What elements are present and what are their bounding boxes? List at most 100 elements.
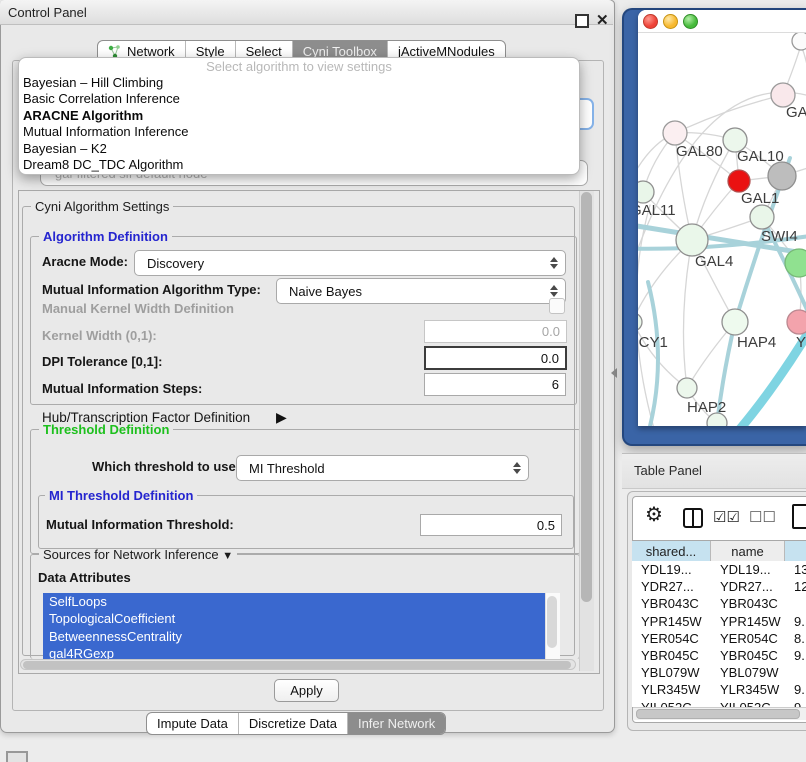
network-edge[interactable] <box>638 322 687 388</box>
attribute-option[interactable]: SelfLoops <box>43 593 545 610</box>
algorithm-popup-placeholder: Select algorithm to view settings <box>19 58 579 75</box>
attribute-option[interactable]: TopologicalCoefficient <box>43 610 545 627</box>
algorithm-option[interactable]: Basic Correlation Inference <box>19 91 579 107</box>
mi-steps-field[interactable]: 6 <box>424 373 566 396</box>
tab-impute-data[interactable]: Impute Data <box>147 713 238 734</box>
node-label: GAL80 <box>676 143 723 160</box>
algorithm-option[interactable]: Dream8 DC_TDC Algorithm <box>19 157 579 173</box>
column-header[interactable]: shared... <box>632 541 711 562</box>
algorithm-option[interactable]: ARACNE Algorithm <box>19 108 579 124</box>
sources-collapse-icon[interactable]: ▼ <box>222 550 233 562</box>
node-label: GCY1 <box>638 334 668 351</box>
table-cell: YLR345W <box>711 681 785 698</box>
table-row[interactable]: YBR043CYBR043C <box>632 595 806 612</box>
node-label: GAL11 <box>638 202 676 219</box>
network-edge[interactable] <box>675 95 783 133</box>
columns-icon[interactable] <box>683 508 703 528</box>
algorithm-dropdown-popup: Select algorithm to view settings Bayesi… <box>18 57 580 175</box>
panel-divider-collapse-icon[interactable] <box>611 368 617 378</box>
mi-algorithm-type-combo[interactable]: Naive Bayes <box>276 278 566 304</box>
attributes-scrollbar[interactable] <box>545 593 560 660</box>
network-node[interactable] <box>750 205 774 229</box>
which-threshold-combo[interactable]: MI Threshold <box>236 455 529 481</box>
minimize-traffic-light-icon[interactable] <box>663 14 678 29</box>
table-cell: YBL079W <box>711 664 785 681</box>
table-body: YDL19...YDL19...13YDR27...YDR27...12YBR0… <box>632 561 806 707</box>
combo-spinner-icon <box>550 257 558 269</box>
select-all-checkboxes-icon[interactable]: ☑☑ <box>713 508 740 526</box>
mi-threshold-field[interactable]: 0.5 <box>420 514 562 536</box>
table-cell: 9. <box>785 681 806 698</box>
apply-button[interactable]: Apply <box>274 679 339 702</box>
close-traffic-light-icon[interactable] <box>643 14 658 29</box>
network-edge[interactable] <box>638 205 655 426</box>
table-cell: YER054C <box>711 630 785 647</box>
hub-expand-icon[interactable]: ▶ <box>276 409 287 426</box>
table-header-row: shared...nameA <box>632 540 806 563</box>
column-header[interactable]: name <box>711 541 785 562</box>
table-panel-titlebar[interactable]: Table Panel <box>622 453 806 489</box>
network-graph[interactable]: GALGAL80GAL10GAL1GAL11SWI4GAL4GCY1HAP4YH… <box>638 32 806 426</box>
table-cell: YDL19... <box>711 561 785 578</box>
network-node[interactable] <box>768 162 796 190</box>
node-label: GAL1 <box>741 190 779 207</box>
network-node[interactable] <box>787 310 806 334</box>
manual-kernel-width-checkbox[interactable] <box>549 298 565 314</box>
mi-algorithm-type-label: Mutual Information Algorithm Type: <box>42 282 261 297</box>
hub-definition-label[interactable]: Hub/Transcription Factor Definition <box>42 410 250 425</box>
screen: Control Panel ✕ Network Style Select Cyn… <box>0 0 806 762</box>
mi-threshold-group-title: MI Threshold Definition <box>45 488 197 503</box>
sources-group-title: Sources for Network Inference ▼ <box>39 547 237 562</box>
close-icon[interactable]: ✕ <box>596 11 609 29</box>
table-cell: YLR345W <box>632 681 711 698</box>
attribute-option[interactable]: BetweennessCentrality <box>43 628 545 645</box>
table-row[interactable]: YER054CYER054C8. <box>632 630 806 647</box>
table-row[interactable]: YDL19...YDL19...13 <box>632 561 806 578</box>
table-row[interactable]: YLR345WYLR345W9. <box>632 681 806 698</box>
table-cell: YDR27... <box>632 578 711 595</box>
table-cell: 9 <box>785 699 806 708</box>
new-table-icon[interactable] <box>792 504 806 529</box>
attributes-scrollbar-thumb[interactable] <box>547 596 557 648</box>
dpi-tolerance-field[interactable]: 0.0 <box>424 346 567 370</box>
tab-discretize-data[interactable]: Discretize Data <box>238 713 347 734</box>
table-row[interactable]: YPR145WYPR145W9. <box>632 613 806 630</box>
settings-vscrollbar-thumb[interactable] <box>581 192 592 602</box>
network-window-titlebar[interactable] <box>638 10 806 33</box>
algorithm-option[interactable]: Bayesian – K2 <box>19 141 579 157</box>
column-header[interactable]: A <box>785 541 806 562</box>
float-window-icon[interactable] <box>575 14 589 28</box>
network-node[interactable] <box>792 32 806 50</box>
table-cell: YBR045C <box>632 647 711 664</box>
network-node[interactable] <box>728 170 750 192</box>
aracne-mode-combo[interactable]: Discovery <box>134 250 566 276</box>
network-node[interactable] <box>677 378 697 398</box>
table-row[interactable]: YDR27...YDR27...12 <box>632 578 806 595</box>
table-row[interactable]: YBL079WYBL079W <box>632 664 806 681</box>
table-cell: 13 <box>785 561 806 578</box>
attribute-option[interactable]: gal4RGexp <box>43 645 545 660</box>
table-cell: 9. <box>785 613 806 630</box>
kernel-width-field[interactable]: 0.0 <box>424 320 567 343</box>
network-node[interactable] <box>676 224 708 256</box>
gear-icon[interactable]: ⚙ <box>645 505 663 525</box>
table-cell: YER054C <box>632 630 711 647</box>
node-label: Y <box>796 334 806 351</box>
algorithm-option[interactable]: Mutual Information Inference <box>19 124 579 140</box>
corner-widget-icon[interactable] <box>6 751 28 762</box>
network-node[interactable] <box>785 249 806 277</box>
control-panel-titlebar[interactable]: Control Panel <box>0 0 613 25</box>
algorithm-option[interactable]: Bayesian – Hill Climbing <box>19 75 579 91</box>
network-edge[interactable] <box>683 240 692 388</box>
tab-infer-network[interactable]: Infer Network <box>347 713 445 734</box>
table-row[interactable]: YBR045CYBR045C9. <box>632 647 806 664</box>
table-hscrollbar-thumb[interactable] <box>636 709 800 719</box>
clear-all-checkboxes-icon[interactable]: ☐☐ <box>749 508 776 526</box>
network-node[interactable] <box>638 313 642 331</box>
table-row[interactable]: YIL052CYIL052C9 <box>632 699 806 708</box>
network-node[interactable] <box>638 181 654 203</box>
settings-hscrollbar-thumb[interactable] <box>23 661 571 669</box>
network-node[interactable] <box>722 309 748 335</box>
network-node[interactable] <box>663 121 687 145</box>
zoom-traffic-light-icon[interactable] <box>683 14 698 29</box>
